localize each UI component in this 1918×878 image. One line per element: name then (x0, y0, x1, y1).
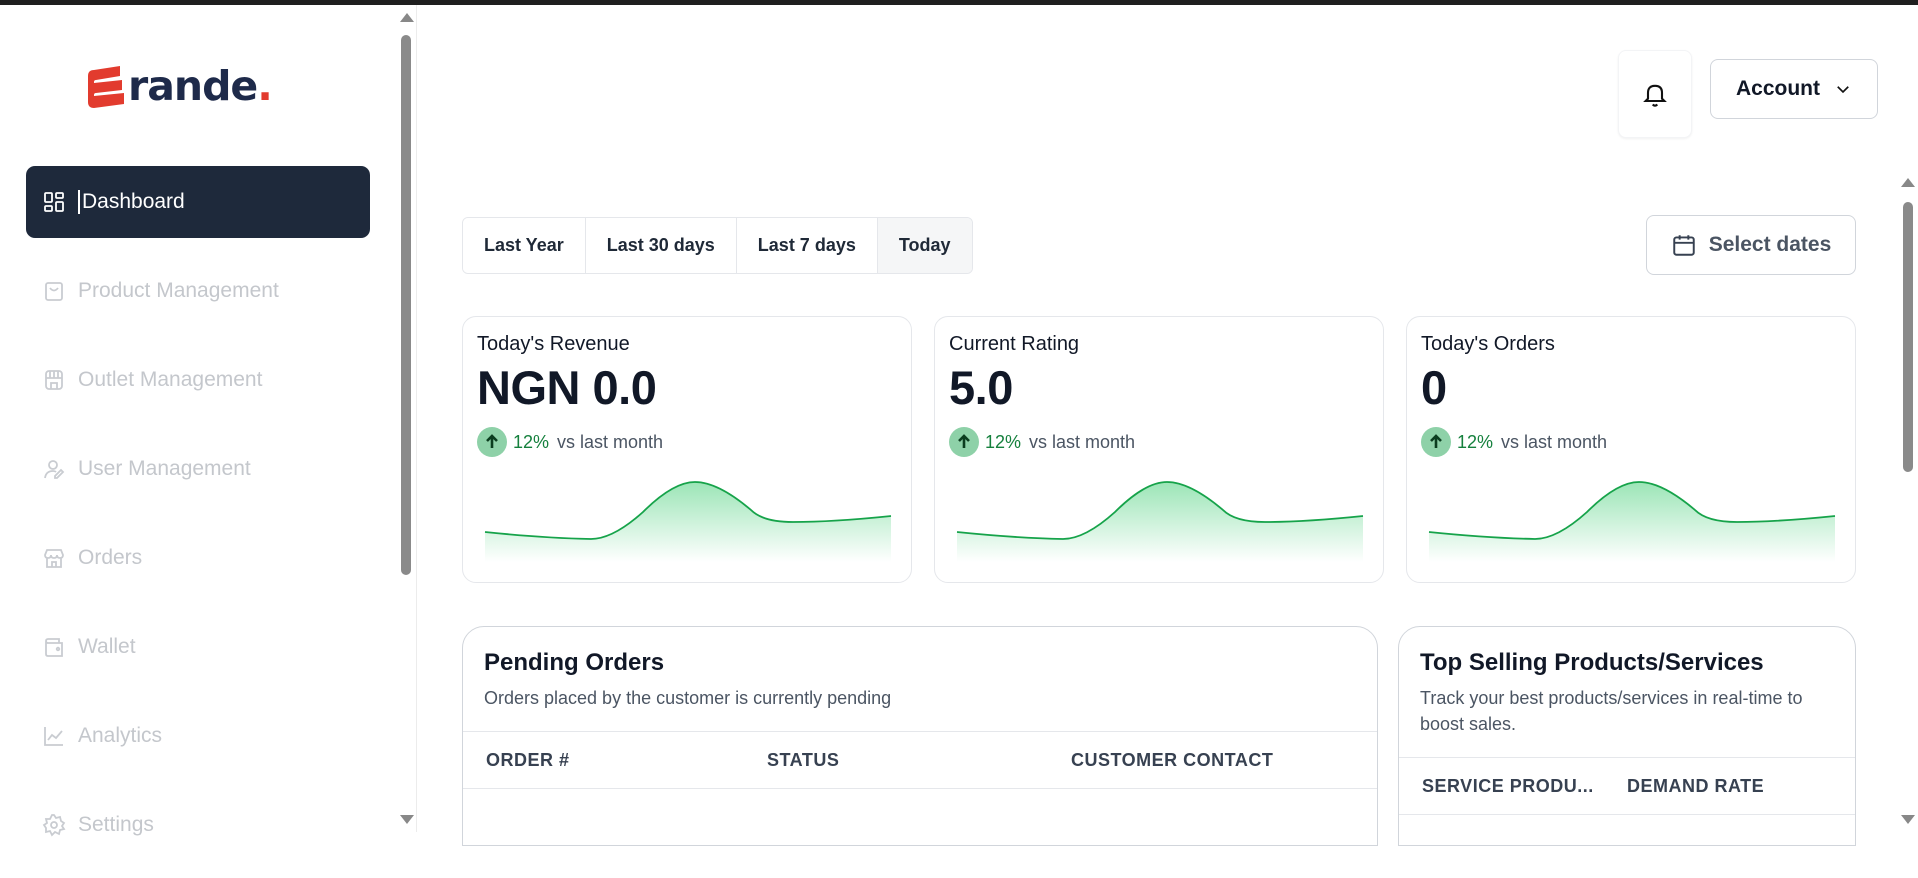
sidebar-nav: Dashboard Product Management Outlet Mana… (26, 166, 370, 878)
sidebar-item-label: Outlet Management (78, 368, 263, 391)
scroll-down-arrow-icon[interactable] (1901, 815, 1915, 824)
account-dropdown[interactable]: Account (1710, 59, 1878, 119)
stat-card-orders: Today's Orders 0 12% vs last month (1406, 316, 1856, 583)
panel-title: Pending Orders (484, 649, 665, 676)
column-header[interactable]: CUSTOMER CONTACT (1071, 750, 1371, 771)
sidebar-item-product-management[interactable]: Product Management (26, 255, 370, 327)
sidebar-item-label: Wallet (78, 635, 136, 658)
account-label: Account (1736, 77, 1820, 100)
panel-subtitle: Orders placed by the customer is current… (484, 688, 892, 708)
card-title: Current Rating (949, 333, 1080, 355)
card-title: Today's Orders (1421, 333, 1555, 355)
trend-note: vs last month (1501, 431, 1608, 452)
card-value: NGN 0.0 (477, 361, 657, 414)
main-scrollbar-thumb[interactable] (1903, 202, 1913, 472)
select-dates-button[interactable]: Select dates (1646, 215, 1856, 275)
table-header: SERVICE PRODU... DEMAND RATE (1399, 757, 1855, 815)
select-dates-label: Select dates (1708, 233, 1832, 256)
logo-dot: . (257, 62, 273, 110)
sparkline-area (957, 482, 1363, 562)
trend-row: 12% vs last month (949, 427, 1369, 457)
arrow-up-icon (477, 427, 507, 457)
sparkline-chart (1428, 481, 1836, 562)
sidebar-item-label: Analytics (78, 724, 163, 747)
pending-orders-panel: Pending Orders Orders placed by the cust… (462, 626, 1378, 846)
sidebar-item-label: Settings (78, 813, 154, 836)
stats-cards: Today's Revenue NGN 0.0 12% vs last mont… (462, 316, 1856, 583)
trend-percent: 12% (985, 431, 1022, 452)
sidebar-item-label: Product Management (78, 279, 279, 302)
column-header[interactable]: DEMAND RATE (1627, 776, 1847, 797)
sidebar-scrollbar-thumb[interactable] (401, 35, 411, 575)
trend-note: vs last month (557, 431, 664, 452)
sparkline-area (1429, 482, 1835, 562)
panel-subtitle: Track your best products/services in rea… (1420, 688, 1803, 734)
trend-note: vs last month (1029, 431, 1136, 452)
sidebar-item-outlet-management[interactable]: Outlet Management (26, 344, 370, 416)
card-value: 5.0 (949, 361, 1013, 414)
date-range-tabs: Last Year Last 30 days Last 7 days Today (462, 217, 973, 274)
shopping-bag-icon (40, 277, 68, 305)
brand-logo[interactable]: rande. (84, 61, 273, 111)
column-header[interactable]: STATUS (767, 750, 1071, 771)
scroll-up-arrow-icon[interactable] (1901, 178, 1915, 187)
sidebar-item-label: User Management (78, 457, 251, 480)
sparkline-chart (484, 481, 892, 562)
chevron-down-icon (1837, 86, 1849, 94)
table-header: ORDER # STATUS CUSTOMER CONTACT (463, 731, 1377, 789)
sidebar-scrollbar[interactable] (397, 5, 417, 832)
trend-row: 12% vs last month (1421, 427, 1841, 457)
stat-card-revenue: Today's Revenue NGN 0.0 12% vs last mont… (462, 316, 912, 583)
gear-icon (40, 811, 68, 839)
scroll-down-arrow-icon[interactable] (400, 815, 414, 824)
range-last-7-days[interactable]: Last 7 days (736, 218, 878, 273)
sidebar-item-analytics[interactable]: Analytics (26, 700, 370, 772)
panel-title: Top Selling Products/Services (1420, 649, 1764, 676)
bell-icon (1643, 84, 1667, 107)
wallet-icon (40, 633, 68, 661)
range-last-year[interactable]: Last Year (463, 218, 586, 273)
top-selling-panel: Top Selling Products/Services Track your… (1398, 626, 1856, 846)
sidebar-item-label: Dashboard (78, 190, 185, 214)
user-edit-icon (40, 455, 68, 483)
trend-percent: 12% (1457, 431, 1494, 452)
calendar-icon (1672, 235, 1695, 256)
notifications-button[interactable] (1618, 50, 1692, 138)
column-header[interactable]: SERVICE PRODU... (1399, 776, 1627, 797)
sidebar: rande. Dashboard Product Management Outl… (0, 5, 400, 837)
column-header[interactable]: ORDER # (463, 750, 767, 771)
arrow-up-icon (949, 427, 979, 457)
range-today[interactable]: Today (877, 218, 972, 273)
stat-card-rating: Current Rating 5.0 12% vs last month (934, 316, 1384, 583)
chart-line-icon (40, 722, 68, 750)
store-icon (40, 544, 68, 572)
sparkline-area (485, 482, 891, 562)
scroll-up-arrow-icon[interactable] (400, 13, 414, 22)
dashboard-grid-icon (40, 188, 68, 216)
main-scrollbar[interactable] (1898, 170, 1918, 832)
sparkline-chart (956, 481, 1364, 562)
range-last-30-days[interactable]: Last 30 days (585, 218, 737, 273)
sidebar-item-orders[interactable]: Orders (26, 522, 370, 594)
trend-percent: 12% (513, 431, 550, 452)
card-value: 0 (1421, 361, 1447, 414)
card-title: Today's Revenue (477, 333, 630, 355)
main-content: Account Last Year Last 30 days Last 7 da… (420, 5, 1898, 846)
sidebar-item-settings[interactable]: Settings (26, 789, 370, 861)
arrow-up-icon (1421, 427, 1451, 457)
logo-text: rande (128, 62, 258, 110)
sidebar-item-label: Orders (78, 546, 143, 569)
sidebar-item-wallet[interactable]: Wallet (26, 611, 370, 683)
trend-row: 12% vs last month (477, 427, 897, 457)
sidebar-item-dashboard[interactable]: Dashboard (26, 166, 370, 238)
logo-mark-icon (84, 64, 126, 108)
sidebar-item-user-management[interactable]: User Management (26, 433, 370, 505)
outlet-icon (40, 366, 68, 394)
